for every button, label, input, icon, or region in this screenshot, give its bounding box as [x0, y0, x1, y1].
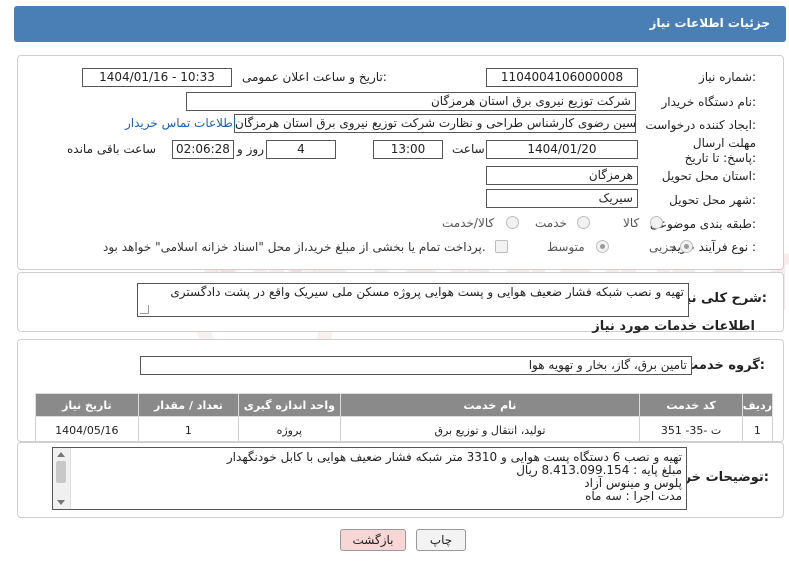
col-header-quantity: تعداد / مقدار	[137, 393, 240, 417]
col-header-need-date: تاریخ نیاز	[35, 393, 139, 417]
category-option-goods-service: کالا/خدمت	[442, 216, 495, 230]
process-option-medium: متوسط	[547, 240, 585, 254]
remaining-time-label: ساعت باقی مانده	[67, 142, 157, 156]
need-number-field[interactable]: 1104004106000008	[486, 68, 638, 87]
notes-line: مدت اجرا : سه ماه	[585, 489, 682, 503]
summary-textarea[interactable]: تهیه و نصب شبکه فشار ضعیف هوایی و پست هو…	[137, 283, 689, 317]
buyer-org-field[interactable]: شرکت توزیع نیروی برق استان هرمزگان	[186, 92, 636, 111]
cell-unit: پروژه	[238, 416, 341, 444]
remaining-time-field[interactable]: 02:06:28	[172, 140, 234, 159]
need-number-label: شماره نیاز:	[698, 70, 756, 84]
col-header-unit: واحد اندازه گیری	[238, 393, 341, 417]
deadline-time-field[interactable]: 13:00	[373, 140, 443, 159]
category-label: طبقه بندی موضوعی:	[649, 217, 756, 231]
announce-date-field[interactable]: 1404/01/16 - 10:33	[82, 68, 232, 87]
deadline-label: مهلت ارسال پاسخ: تا تاریخ:	[684, 136, 756, 165]
treasury-payment-checkbox[interactable]	[495, 240, 508, 253]
cell-row-number: 1	[741, 416, 774, 444]
requester-label: ایجاد کننده درخواست:	[645, 118, 756, 132]
services-table: ردیف کد خدمت نام خدمت واحد اندازه گیری ت…	[35, 393, 774, 444]
textarea-resize-handle[interactable]	[140, 305, 149, 314]
services-section-title: اطلاعات خدمات مورد نیاز	[592, 319, 755, 334]
scroll-up-icon[interactable]	[57, 452, 65, 457]
page-title: جزئیات اطلاعات نیاز	[649, 16, 770, 30]
process-radio-medium[interactable]	[596, 240, 609, 253]
scroll-thumb[interactable]	[56, 461, 66, 483]
header-bar: جزئیات اطلاعات نیاز	[14, 6, 786, 42]
scroll-down-icon[interactable]	[57, 500, 65, 505]
service-group-label: گروه خدمت:	[685, 358, 765, 373]
category-radio-goods[interactable]	[650, 216, 663, 229]
requester-field[interactable]: سیدحسین رضوی کارشناس طراحی و نظارت شرکت …	[234, 114, 636, 133]
cell-service-code: ت -35- 351	[639, 416, 743, 444]
process-radio-minor[interactable]	[680, 240, 693, 253]
remaining-days-field[interactable]: 4	[266, 140, 336, 159]
deadline-date-field[interactable]: 1404/01/20	[486, 140, 638, 159]
treasury-payment-note: پرداخت تمام یا بخشی از مبلغ خرید،از محل …	[103, 240, 486, 254]
cell-quantity: 1	[137, 416, 240, 444]
table-row[interactable]: 1 ت -35- 351 تولید، انتقال و توزیع برق پ…	[35, 416, 774, 444]
buyer-notes-textarea[interactable]: تهیه و نصب 6 دستگاه پست هوایی و 3310 متر…	[52, 447, 687, 510]
city-label: شهر محل تحویل:	[669, 193, 756, 207]
service-group-field[interactable]: تامین برق، گاز، بخار و تهویه هوا	[140, 356, 692, 375]
process-option-minor: جزیی	[649, 240, 677, 254]
buyer-contact-link[interactable]: اطلاعات تماس خریدار	[125, 116, 236, 130]
services-table-header: ردیف کد خدمت نام خدمت واحد اندازه گیری ت…	[35, 393, 774, 417]
province-label: استان محل تحویل:	[661, 169, 756, 183]
col-header-row-number: ردیف	[741, 393, 774, 417]
back-button[interactable]: بازگشت	[340, 529, 406, 551]
city-field[interactable]: سیریک	[486, 189, 638, 208]
notes-scrollbar[interactable]	[53, 448, 71, 509]
province-field[interactable]: هرمزگان	[486, 166, 638, 185]
cell-service-name: تولید، انتقال و توزیع برق	[339, 416, 641, 444]
days-label: روز و	[237, 142, 264, 156]
col-header-service-code: کد خدمت	[639, 393, 743, 417]
deadline-time-label: ساعت	[452, 142, 485, 156]
category-option-service: خدمت	[535, 216, 567, 230]
cell-need-date: 1404/05/16	[35, 416, 139, 444]
announce-date-label: تاریخ و ساعت اعلان عمومی:	[242, 70, 387, 84]
col-header-service-name: نام خدمت	[339, 393, 641, 417]
category-radio-goods-service[interactable]	[506, 216, 519, 229]
buyer-org-label: نام دستگاه خریدار:	[661, 95, 757, 109]
category-radio-service[interactable]	[577, 216, 590, 229]
category-option-goods: کالا	[623, 216, 640, 230]
print-button[interactable]: چاپ	[416, 529, 466, 551]
